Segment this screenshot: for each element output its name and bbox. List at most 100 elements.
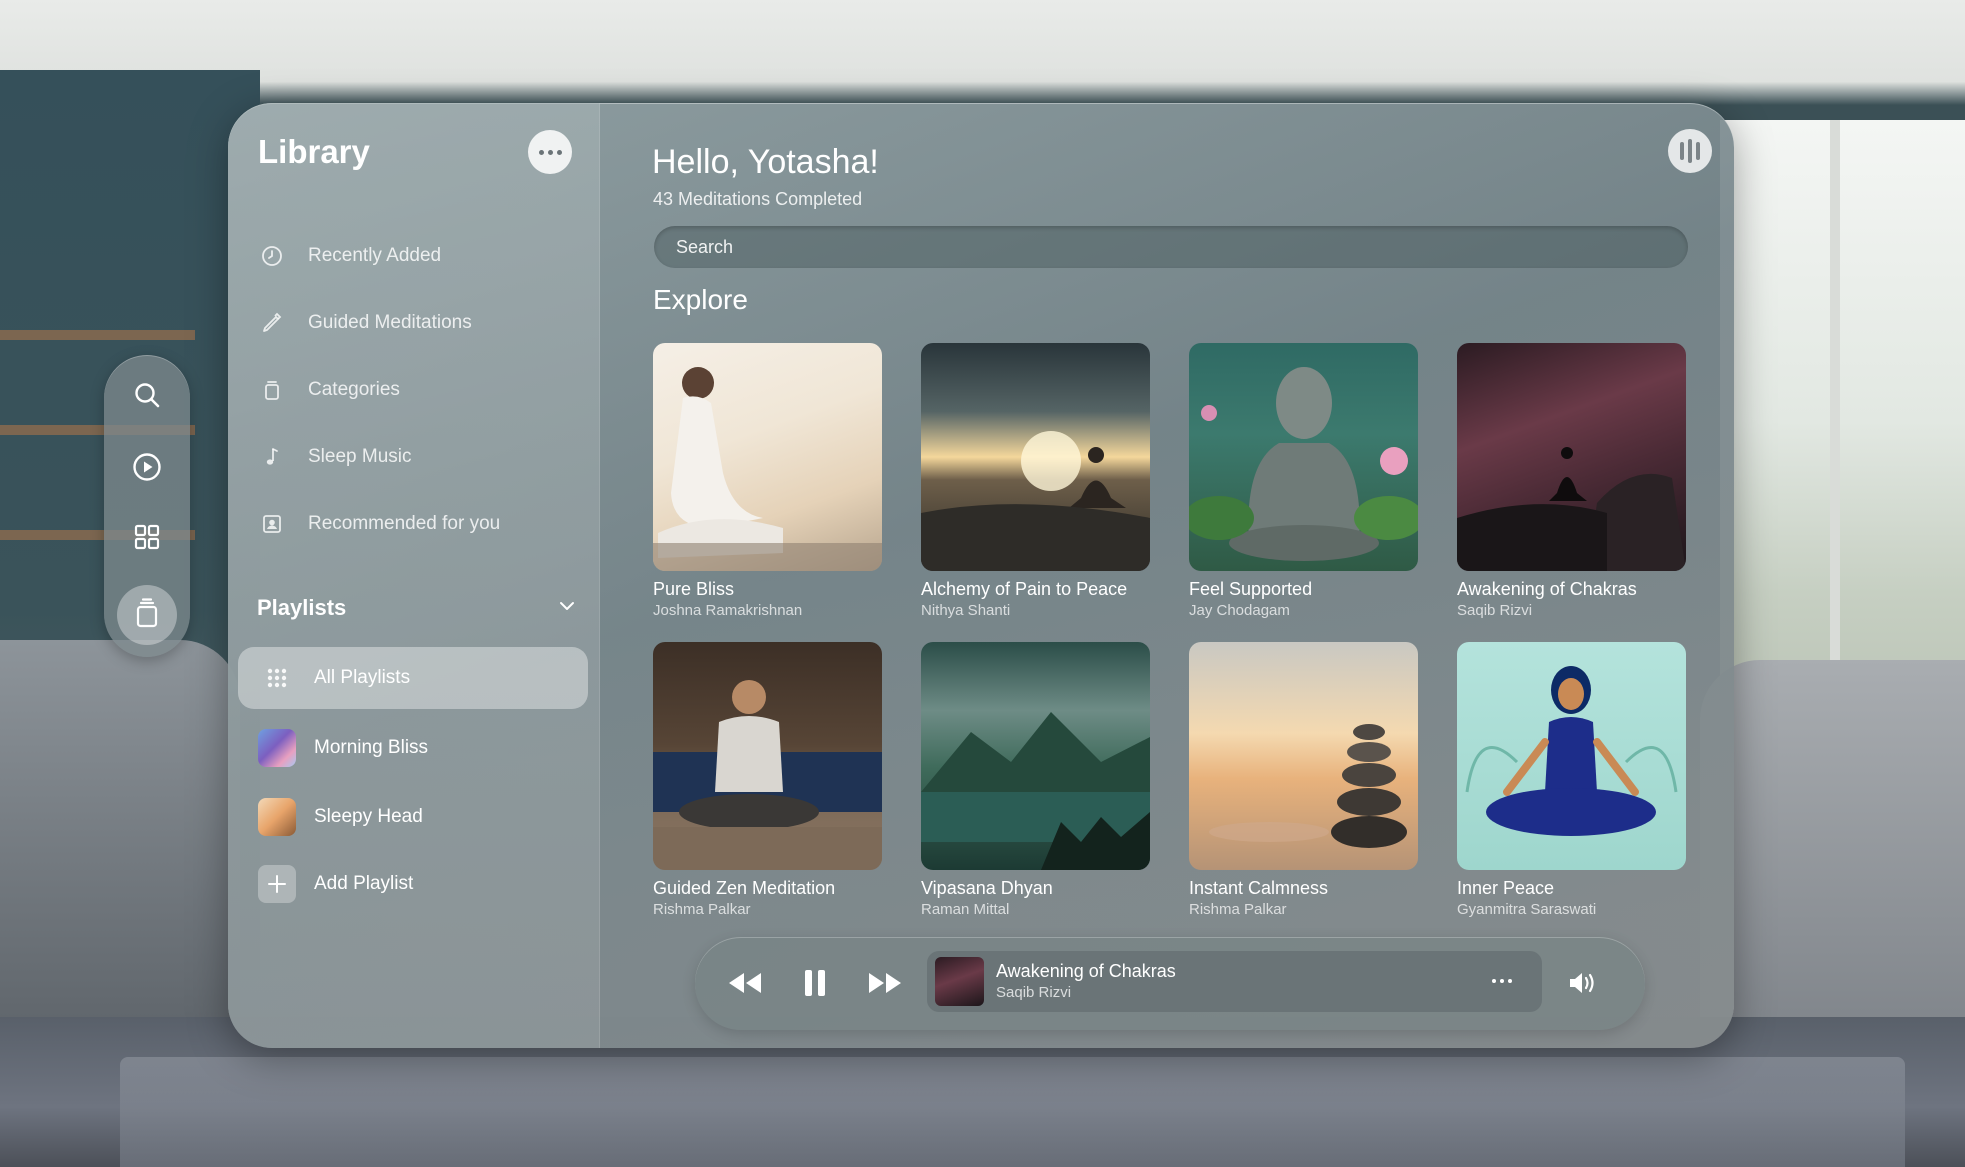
meditation-card[interactable]: Awakening of Chakras Saqib Rizvi [1457, 343, 1686, 619]
card-author: Jay Chodagam [1189, 602, 1290, 619]
search-icon [133, 381, 161, 414]
app-window: Library Recently Added Guided Meditation… [228, 103, 1734, 1048]
playlist-label: All Playlists [314, 667, 411, 688]
card-title: Feel Supported [1189, 579, 1313, 599]
playlist-label: Sleepy Head [314, 806, 423, 827]
meditation-card[interactable]: Feel Supported Jay Chodagam [1189, 343, 1418, 619]
nav-item-categories[interactable]: Categories [258, 370, 578, 410]
dot [547, 149, 553, 155]
playlist-item-morning-bliss[interactable]: Morning Bliss [238, 717, 588, 779]
now-playing-more-icon[interactable] [1492, 969, 1522, 993]
player-bar: Awakening of Chakras Saqib Rizvi [695, 937, 1645, 1030]
background-rug [120, 1057, 1905, 1167]
more-options-button[interactable] [528, 130, 572, 174]
card-artwork [1457, 642, 1686, 870]
card-artwork [921, 343, 1150, 571]
explore-title: Explore [653, 284, 748, 315]
card-artwork [1457, 343, 1686, 571]
nav-label: Guided Meditations [308, 312, 472, 333]
playlist-item-all[interactable]: All Playlists [238, 647, 588, 709]
meditation-card[interactable]: Inner Peace Gyanmitra Saraswati [1457, 642, 1686, 918]
background-sofa [0, 640, 240, 1060]
card-title: Guided Zen Meditation [653, 878, 836, 898]
clock-icon [258, 242, 286, 270]
card-author: Rishma Palkar [653, 901, 751, 918]
card-artwork [921, 642, 1150, 870]
nav-label: Sleep Music [308, 446, 412, 467]
stack-icon [258, 376, 286, 404]
dot [1492, 979, 1496, 983]
meditation-card[interactable]: Instant Calmness Rishma Palkar [1189, 642, 1418, 918]
meditation-card[interactable]: Alchemy of Pain to Peace Nithya Shanti [921, 343, 1150, 619]
person-square-icon [258, 510, 286, 538]
bar [1696, 142, 1700, 160]
volume-icon[interactable] [1561, 963, 1605, 1003]
nav-item-sleep-music[interactable]: Sleep Music [258, 437, 578, 477]
card-title: Vipasana Dhyan [921, 878, 1053, 898]
card-title: Awakening of Chakras [1457, 579, 1637, 599]
grid-icon [133, 523, 161, 556]
card-author: Rishma Palkar [1189, 901, 1287, 918]
nav-item-guided-meditations[interactable]: Guided Meditations [258, 303, 578, 343]
playlist-thumbnail [258, 798, 296, 836]
meditation-card[interactable]: Guided Zen Meditation Rishma Palkar [653, 642, 882, 918]
nav-item-recommended[interactable]: Recommended for you [258, 504, 578, 544]
play-icon [132, 452, 162, 487]
card-artwork [1189, 642, 1418, 870]
card-title: Alchemy of Pain to Peace [921, 579, 1128, 599]
card-author: Joshna Ramakrishnan [653, 602, 803, 619]
library-icon [133, 597, 161, 633]
now-playing[interactable]: Awakening of Chakras Saqib Rizvi [927, 951, 1542, 1012]
playlists-title: Playlists [257, 595, 347, 620]
playlist-item-sleepy-head[interactable]: Sleepy Head [238, 786, 588, 848]
sidebar: Library Recently Added Guided Meditation… [228, 103, 600, 1048]
nav-label: Categories [308, 379, 400, 400]
card-artwork [1189, 343, 1418, 571]
rewind-button[interactable] [723, 963, 767, 1003]
nav-item-recently-added[interactable]: Recently Added [258, 236, 578, 276]
fast-forward-button[interactable] [863, 963, 907, 1003]
card-author: Saqib Rizvi [1457, 602, 1533, 619]
search-input[interactable] [676, 236, 1688, 258]
plus-icon [258, 865, 296, 903]
meditation-card[interactable]: Pure Bliss Joshna Ramakrishnan [653, 343, 882, 619]
grid-dots-icon [258, 659, 296, 697]
main-content: Hello, Yotasha! 43 Meditations Completed… [600, 103, 1734, 1048]
search-tab[interactable] [123, 373, 171, 421]
playlist-label: Add Playlist [314, 873, 414, 894]
playlist-thumbnail [258, 729, 296, 767]
nav-label: Recommended for you [308, 513, 501, 534]
now-playing-artist: Saqib Rizvi [996, 984, 1072, 1001]
library-title: Library [258, 133, 370, 170]
stats-button[interactable] [1668, 129, 1712, 173]
dot [1500, 979, 1504, 983]
card-author: Nithya Shanti [921, 602, 1011, 619]
playlists-header[interactable]: Playlists [257, 595, 577, 621]
search-bar[interactable] [654, 226, 1688, 268]
playlist-label: Morning Bliss [314, 737, 429, 758]
chevron-down-icon[interactable] [557, 596, 577, 621]
bar [1688, 139, 1692, 163]
music-note-icon [258, 443, 286, 471]
now-playing-title: Awakening of Chakras [996, 961, 1176, 981]
browse-tab[interactable] [123, 515, 171, 563]
background-sofa [1700, 660, 1965, 1060]
card-title: Pure Bliss [653, 579, 735, 599]
library-tab[interactable] [117, 585, 177, 645]
pause-button[interactable] [793, 963, 837, 1003]
background-shelf [0, 330, 195, 340]
meditations-completed: 43 Meditations Completed [653, 189, 863, 209]
dot [1508, 979, 1512, 983]
nav-label: Recently Added [308, 245, 442, 266]
now-playing-artwork [935, 957, 984, 1006]
add-playlist-button[interactable]: Add Playlist [238, 853, 588, 915]
card-artwork [653, 642, 882, 870]
play-tab[interactable] [123, 445, 171, 493]
card-author: Raman Mittal [921, 901, 1010, 918]
greeting: Hello, Yotasha! [652, 143, 879, 181]
card-author: Gyanmitra Saraswati [1457, 901, 1597, 918]
meditation-card[interactable]: Vipasana Dhyan Raman Mittal [921, 642, 1150, 918]
dot [538, 149, 544, 155]
card-artwork [653, 343, 882, 571]
bar [1680, 142, 1684, 160]
